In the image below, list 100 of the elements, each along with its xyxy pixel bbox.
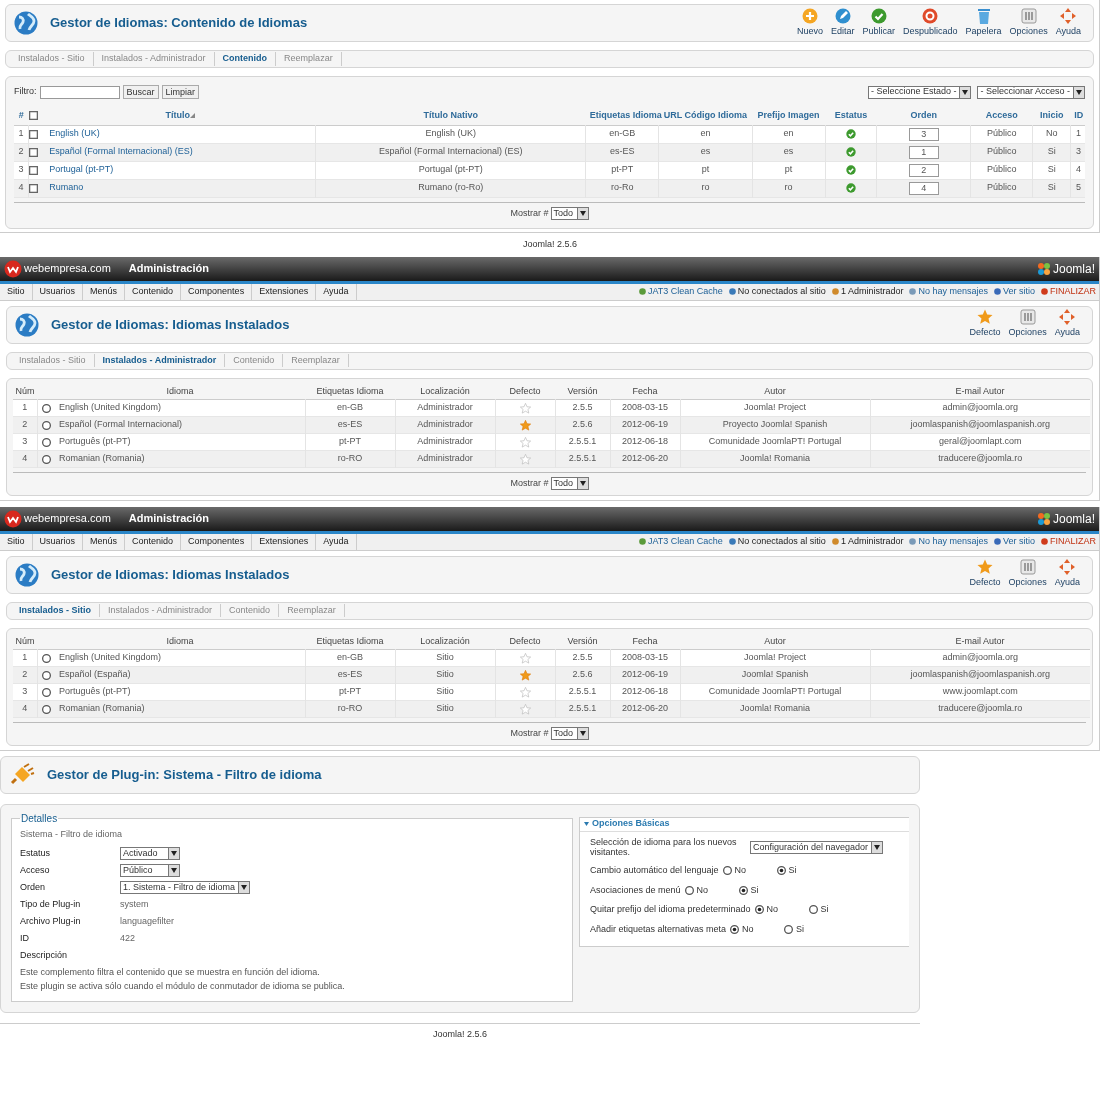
select-field[interactable]: - Seleccione Estado -	[867, 85, 972, 99]
menu-item[interactable]: Contenido	[125, 533, 182, 550]
published-icon[interactable]	[846, 147, 856, 157]
filled-star-icon[interactable]	[519, 419, 531, 431]
radio-option[interactable]: Si	[784, 922, 805, 937]
caret-icon[interactable]	[579, 210, 586, 216]
select-field[interactable]: Todo	[550, 727, 589, 741]
status-link[interactable]: No hay mensajes	[909, 284, 988, 299]
menu-item[interactable]: Contenido	[125, 283, 182, 300]
radio-button[interactable]	[41, 420, 51, 430]
status-link[interactable]: FINALIZAR	[1041, 284, 1096, 299]
menu-item[interactable]: Extensiones	[252, 533, 317, 550]
status-link[interactable]: FINALIZAR	[1041, 534, 1096, 549]
menu-item[interactable]: Usuarios	[32, 533, 84, 550]
radio-button[interactable]	[41, 704, 51, 714]
toolbar-button[interactable]: Nuevo	[793, 7, 827, 39]
toolbar-button[interactable]: Ayuda	[1051, 7, 1085, 39]
toolbar-button[interactable]: Opciones	[1004, 309, 1051, 340]
menu-item[interactable]: Menús	[83, 533, 126, 550]
select-field[interactable]: Todo	[550, 477, 589, 491]
checkbox[interactable]	[28, 111, 38, 121]
checkbox[interactable]	[29, 129, 39, 139]
tab[interactable]: Instalados - Sitio	[11, 603, 100, 618]
caret-icon[interactable]	[241, 885, 248, 890]
menu-item[interactable]: Ayuda	[316, 283, 357, 300]
caret-icon[interactable]	[579, 481, 586, 487]
empty-star-icon[interactable]	[519, 453, 531, 465]
toolbar-button[interactable]: Despublicado	[899, 7, 962, 39]
status-link[interactable]: No conectados al sitio	[728, 284, 826, 299]
toolbar-button[interactable]: Opciones	[1005, 7, 1052, 39]
radio-button[interactable]	[41, 687, 51, 697]
tab[interactable]: Instalados - Sitio	[11, 353, 95, 368]
empty-star-icon[interactable]	[519, 436, 531, 448]
menu-item[interactable]: Usuarios	[32, 283, 84, 300]
toolbar-button[interactable]: Publicar	[858, 7, 900, 39]
caret-icon[interactable]	[171, 851, 177, 856]
caret-icon[interactable]	[874, 844, 881, 850]
tab[interactable]: Instalados - Administrador	[94, 353, 226, 368]
tab[interactable]: Instalados - Sitio	[10, 52, 94, 66]
radio-button[interactable]	[41, 653, 51, 663]
status-link[interactable]: Ver sitio	[993, 534, 1035, 549]
status-link[interactable]: JAT3 Clean Cache	[638, 534, 723, 549]
radio-button[interactable]	[41, 454, 51, 464]
empty-star-icon[interactable]	[519, 402, 531, 414]
toolbar-button[interactable]: Defecto	[965, 559, 1005, 590]
select-field[interactable]: Activado	[120, 847, 180, 860]
column-header[interactable]: Título	[165, 109, 191, 123]
radio-button[interactable]	[41, 403, 51, 413]
tab[interactable]: Reemplazar	[276, 52, 342, 66]
menu-item[interactable]: Sitio	[0, 533, 33, 550]
checkbox[interactable]	[29, 165, 39, 175]
radio-button[interactable]	[41, 670, 51, 680]
empty-star-icon[interactable]	[519, 652, 531, 664]
radio-button[interactable]	[684, 885, 694, 895]
language-link[interactable]: English (UK)	[49, 128, 100, 139]
tab[interactable]: Instalados - Administrador	[93, 52, 215, 66]
radio-option[interactable]: Si	[808, 903, 829, 917]
tab[interactable]: Contenido	[221, 603, 280, 618]
language-link[interactable]: Rumano	[49, 182, 84, 193]
toolbar-button[interactable]: Ayuda	[1050, 309, 1084, 340]
radio-button[interactable]	[730, 924, 740, 934]
caret-icon[interactable]	[962, 89, 969, 95]
toolbar-button[interactable]: Opciones	[1004, 559, 1051, 590]
toolbar-button[interactable]: Editar	[827, 7, 859, 39]
status-link[interactable]: 1 Administrador	[831, 284, 904, 299]
select-field[interactable]: - Seleccionar Acceso -	[977, 85, 1085, 99]
radio-option[interactable]: No	[754, 903, 805, 917]
toolbar-button[interactable]: Papelera	[961, 7, 1006, 39]
radio-button[interactable]	[784, 924, 794, 934]
radio-option[interactable]: No	[730, 922, 781, 937]
tab[interactable]: Contenido	[214, 52, 277, 66]
caret-icon[interactable]	[579, 731, 586, 737]
radio-button[interactable]	[776, 866, 786, 876]
menu-item[interactable]: Menús	[83, 283, 126, 300]
checkbox[interactable]	[29, 183, 39, 193]
status-link[interactable]: No conectados al sitio	[728, 534, 826, 549]
menu-item[interactable]: Componentes	[181, 533, 253, 550]
filter-button[interactable]: Buscar	[122, 85, 159, 99]
status-link[interactable]: Ver sitio	[993, 284, 1035, 299]
sort-icon[interactable]	[190, 113, 196, 119]
toolbar-button[interactable]: Ayuda	[1050, 559, 1084, 590]
order-field[interactable]: 2	[908, 163, 939, 177]
radio-option[interactable]: No	[722, 864, 773, 878]
caret-icon[interactable]	[171, 868, 177, 873]
tab[interactable]: Contenido	[225, 353, 284, 368]
empty-star-icon[interactable]	[519, 703, 531, 715]
checkbox[interactable]	[29, 147, 39, 157]
select-field[interactable]: 1. Sistema - Filtro de idioma	[120, 881, 251, 894]
published-icon[interactable]	[846, 129, 856, 139]
tab[interactable]: Instalados - Administrador	[100, 603, 222, 618]
published-icon[interactable]	[846, 183, 856, 193]
language-link[interactable]: Español (Formal Internacional) (ES)	[49, 146, 193, 157]
radio-option[interactable]: No	[684, 883, 735, 898]
order-field[interactable]: 1	[908, 145, 939, 159]
empty-star-icon[interactable]	[519, 686, 531, 698]
caret-icon[interactable]	[1076, 89, 1082, 95]
menu-item[interactable]: Ayuda	[316, 533, 357, 550]
select-field[interactable]: Público	[120, 864, 180, 877]
menu-item[interactable]: Componentes	[181, 283, 253, 300]
options-toggle[interactable]: Opciones Básicas	[580, 817, 909, 832]
